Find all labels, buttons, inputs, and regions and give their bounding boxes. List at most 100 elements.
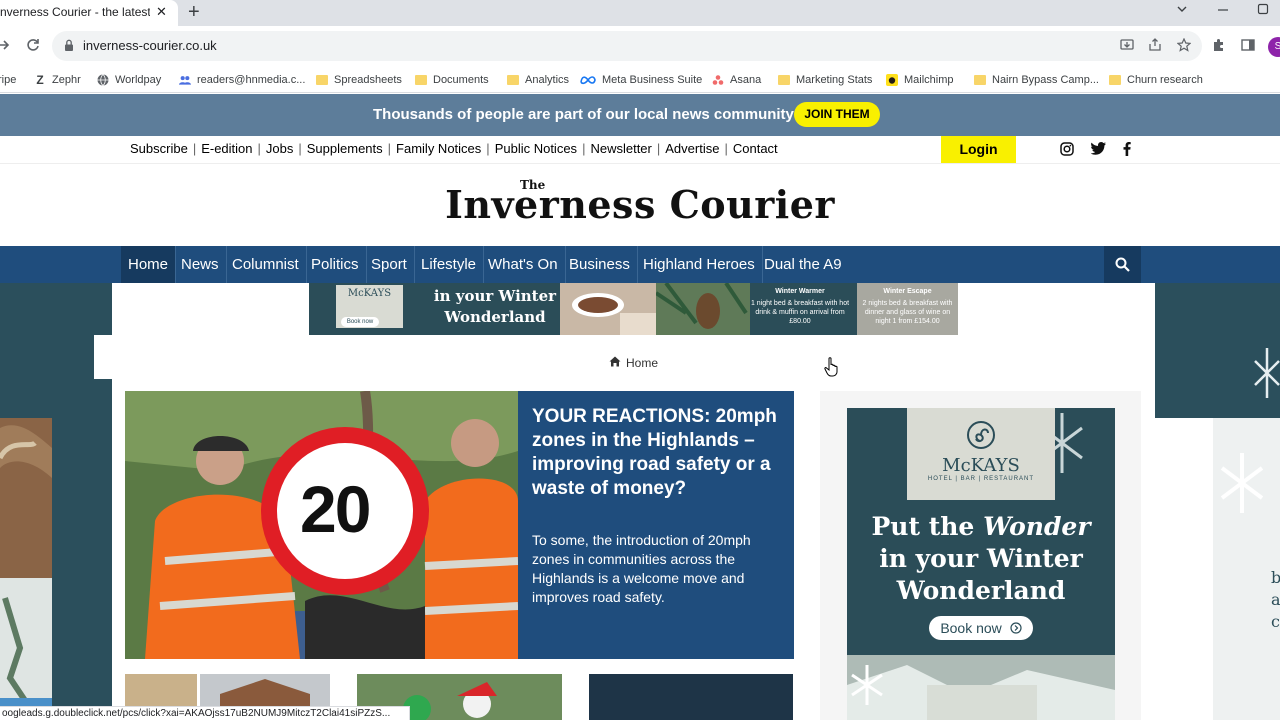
nav-lifestyle[interactable]: Lifestyle — [414, 246, 485, 283]
bookmark-label: Zephr — [52, 73, 81, 86]
separator: | — [257, 141, 261, 156]
zephr-icon: Z — [36, 72, 44, 87]
login-button[interactable]: Login — [941, 136, 1016, 163]
bookmark-meta-business-suite[interactable]: Meta Business Suite — [580, 71, 702, 88]
breadcrumb-home-link[interactable]: Home — [626, 356, 658, 370]
nav-whats-on[interactable]: What's On — [481, 246, 566, 283]
bookmark-spreadsheets[interactable]: Spreadsheets — [316, 71, 402, 88]
site-logo[interactable]: Inverness Courier — [0, 182, 1280, 227]
leaderboard-ad[interactable]: McKAYS Book now in your Winter Wonderlan… — [309, 283, 958, 335]
bookmarks-bar: ripe Z Zephr Worldpay readers@hnmedia.c.… — [0, 66, 1280, 93]
link-subscribe[interactable]: Subscribe — [130, 141, 188, 156]
folder-icon — [507, 74, 519, 86]
sidebar-ad[interactable]: McKAYS HOTEL | BAR | RESTAURANT Put the … — [847, 408, 1115, 720]
utility-bar: Subscribe | E-edition | Jobs | Supplements | Fam… — [0, 136, 1280, 164]
forward-icon[interactable] — [0, 38, 10, 55]
bookmark-label: readers@hnmedia.c... — [197, 73, 306, 86]
nav-dual-the-a9[interactable]: Dual the A9 — [757, 246, 849, 283]
bookmark-label: Documents — [433, 73, 489, 86]
folder-icon — [974, 74, 986, 86]
article-thumbnail[interactable] — [589, 674, 793, 720]
hero-image[interactable]: 20 — [125, 391, 518, 659]
bookmark-label: Asana — [730, 73, 762, 86]
bookmark-asana[interactable]: Asana — [712, 71, 761, 88]
ad-book-now-button[interactable]: Book now — [929, 616, 1033, 640]
twitter-icon[interactable] — [1090, 142, 1106, 160]
folder-icon — [778, 74, 790, 86]
offer-text: 1 night bed & breakfast with hot drink &… — [750, 300, 850, 325]
side-panel-icon[interactable] — [1241, 38, 1255, 55]
ad-logo: McKAYS HOTEL | BAR | RESTAURANT — [907, 408, 1055, 500]
nav-sport[interactable]: Sport — [364, 246, 415, 283]
ad-offer-winter-escape: Winter Escape 2 nights bed & breakfast w… — [857, 283, 958, 335]
link-public-notices[interactable]: Public Notices — [495, 141, 577, 156]
triskele-icon — [967, 421, 995, 449]
link-newsletter[interactable]: Newsletter — [590, 141, 651, 156]
ad-headline-part: Put the — [871, 512, 975, 541]
install-app-icon[interactable] — [1120, 38, 1134, 55]
search-button[interactable] — [1104, 246, 1141, 283]
search-icon — [1115, 257, 1130, 272]
link-e-edition[interactable]: E-edition — [201, 141, 252, 156]
hero-text-panel[interactable]: YOUR REACTIONS: 20mph zones in the Highl… — [518, 391, 794, 659]
hero-headline[interactable]: YOUR REACTIONS: 20mph zones in the Highl… — [532, 405, 782, 501]
ad-brand: McKAYS — [942, 455, 1020, 476]
nav-politics[interactable]: Politics — [304, 246, 367, 283]
link-contact[interactable]: Contact — [733, 141, 778, 156]
separator: | — [192, 141, 197, 156]
bookmark-marketing-stats[interactable]: Marketing Stats — [778, 71, 872, 88]
nav-home[interactable]: Home — [121, 246, 177, 283]
bookmark-mailchimp[interactable]: Mailchimp — [886, 71, 954, 88]
bookmark-star-icon[interactable] — [1176, 37, 1192, 55]
highland-cow-image — [0, 418, 52, 720]
address-bar[interactable]: inverness-courier.co.uk — [52, 31, 1202, 61]
bookmark-label: Nairn Bypass Camp... — [992, 73, 1099, 86]
bookmark-nairn-bypass[interactable]: Nairn Bypass Camp... — [974, 71, 1099, 88]
skin-ad-right-panel[interactable]: b a c — [1213, 418, 1280, 720]
people-icon — [179, 74, 191, 86]
lock-icon[interactable] — [64, 39, 74, 57]
minimize-icon[interactable] — [1217, 3, 1229, 18]
maximize-icon[interactable] — [1257, 3, 1269, 18]
bookmark-zephr[interactable]: Z Zephr — [34, 71, 81, 88]
share-icon[interactable] — [1148, 38, 1162, 55]
ad-headline: Put the Wonder in your Winter Wonderland — [847, 511, 1115, 607]
extensions-icon[interactable] — [1212, 38, 1226, 55]
skin-text-fragment: c — [1271, 612, 1280, 631]
browser-toolbar: inverness-courier.co.uk — [0, 26, 1280, 66]
bookmark-analytics[interactable]: Analytics — [507, 71, 569, 88]
join-button[interactable]: JOIN THEM — [794, 102, 880, 127]
nav-highland-heroes[interactable]: Highland Heroes — [636, 246, 763, 283]
bookmark-churn-research[interactable]: Churn research — [1109, 71, 1203, 88]
separator: | — [298, 141, 302, 156]
tab-search-icon[interactable] — [1176, 3, 1188, 18]
ad-book-now-button[interactable]: Book now — [341, 317, 379, 327]
reload-icon[interactable] — [26, 38, 40, 55]
nav-news[interactable]: News — [174, 246, 227, 283]
offer-title: Winter Escape — [883, 288, 932, 295]
skin-ad-left-photo[interactable] — [0, 418, 52, 720]
ad-brand: McKAYS — [347, 288, 392, 299]
facebook-icon[interactable] — [1123, 142, 1131, 161]
bookmark-readers[interactable]: readers@hnmedia.c... — [179, 71, 305, 88]
bookmark-documents[interactable]: Documents — [415, 71, 489, 88]
bookmark-ripe[interactable]: ripe — [0, 71, 16, 88]
tab-title: nverness Courier - the latest Ne — [0, 5, 150, 19]
snowflake-icon — [1254, 348, 1280, 398]
ad-photo — [847, 655, 1115, 720]
close-tab-icon[interactable]: ✕ — [156, 4, 167, 20]
bookmark-worldpay[interactable]: Worldpay — [97, 71, 161, 88]
instagram-icon[interactable] — [1060, 142, 1074, 161]
new-tab-button[interactable]: + — [188, 1, 200, 23]
nav-columnist[interactable]: Columnist — [225, 246, 307, 283]
link-advertise[interactable]: Advertise — [665, 141, 719, 156]
snowflake-icon — [1220, 453, 1264, 513]
arrow-circle-icon — [1010, 622, 1022, 634]
skin-text-fragment: b — [1271, 568, 1280, 587]
nav-business[interactable]: Business — [562, 246, 638, 283]
link-family-notices[interactable]: Family Notices — [396, 141, 481, 156]
link-supplements[interactable]: Supplements — [307, 141, 383, 156]
offer-text: 2 nights bed & breakfast with dinner and… — [862, 300, 953, 325]
link-jobs[interactable]: Jobs — [266, 141, 293, 156]
browser-tab[interactable]: nverness Courier - the latest Ne ✕ — [0, 0, 178, 26]
